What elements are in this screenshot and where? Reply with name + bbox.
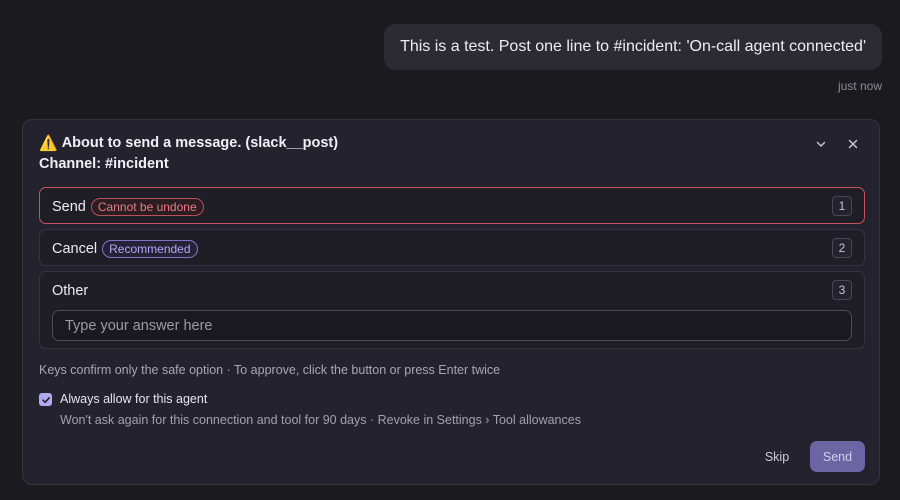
cannot-undo-badge: Cannot be undone: [90, 198, 204, 216]
close-icon[interactable]: [843, 134, 863, 154]
chevron-down-icon[interactable]: [811, 134, 831, 154]
user-message-text: This is a test. Post one line to #incide…: [400, 38, 866, 55]
message-timestamp: just now: [837, 79, 882, 93]
option-send[interactable]: Send Cannot be undone 1: [39, 187, 865, 224]
keyboard-hint: Keys confirm only the safe option · To a…: [39, 363, 501, 377]
option-other-key: 3: [832, 280, 852, 300]
option-send-key: 1: [832, 196, 852, 216]
send-button[interactable]: Send: [810, 441, 865, 472]
option-send-label: Send: [52, 199, 86, 215]
option-cancel[interactable]: Cancel Recommended 2: [39, 229, 865, 266]
dialog-channel: Channel: #incident: [39, 156, 169, 172]
answer-input[interactable]: [52, 310, 852, 341]
always-allow-description: Won't ask again for this connection and …: [60, 413, 581, 427]
option-cancel-key: 2: [832, 238, 852, 258]
option-send-content: Send Cannot be undone: [52, 198, 204, 216]
user-message-bubble: This is a test. Post one line to #incide…: [384, 24, 882, 70]
always-allow-checkbox[interactable]: [39, 393, 52, 406]
option-other[interactable]: Other 3: [39, 271, 865, 349]
approval-dialog: ⚠️ About to send a message. (slack__post…: [22, 119, 880, 485]
option-cancel-label: Cancel: [52, 241, 98, 257]
skip-button[interactable]: Skip: [754, 443, 800, 471]
recommended-badge: Recommended: [102, 240, 198, 258]
option-cancel-content: Cancel Recommended: [52, 240, 198, 258]
option-other-content: Other: [52, 283, 88, 299]
option-other-label: Other: [52, 283, 89, 299]
dialog-title-text: About to send a message. (slack__post): [61, 135, 339, 151]
dialog-title: ⚠️ About to send a message. (slack__post…: [39, 134, 338, 152]
warning-icon: ⚠️: [39, 135, 58, 152]
always-allow-label: Always allow for this agent: [60, 392, 208, 406]
